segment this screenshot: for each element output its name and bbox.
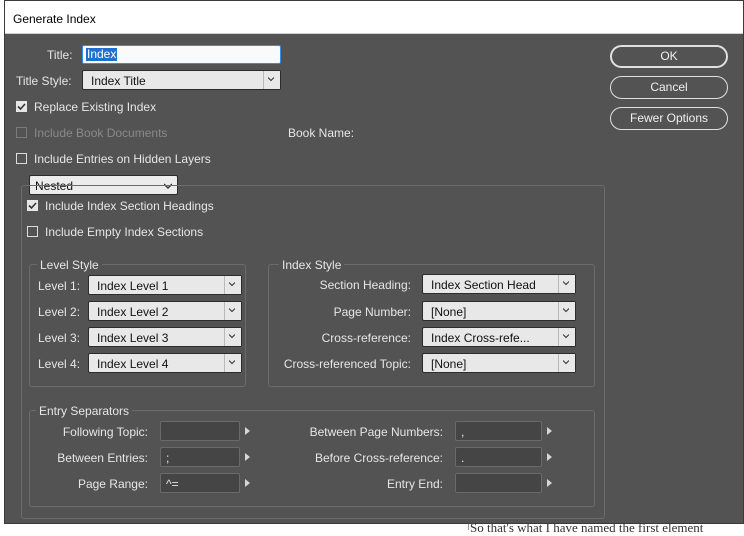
include-book-documents-checkbox[interactable] (16, 127, 27, 138)
special-characters-arrow-icon[interactable] (245, 453, 250, 461)
level-style-title: Level Style (37, 258, 102, 272)
empty-sections-checkbox[interactable] (27, 226, 38, 237)
cross-referenced-topic-select[interactable]: [None] (422, 353, 576, 373)
between-page-numbers-label: Between Page Numbers: (309, 425, 443, 439)
title-label: Title: (47, 48, 73, 62)
page-range-label: Page Range: (77, 477, 148, 491)
generate-index-dialog: Generate Index Title: Index Title Style:… (4, 0, 744, 524)
level-3-select[interactable]: Index Level 3 (88, 327, 242, 347)
special-characters-arrow-icon[interactable] (547, 479, 552, 487)
window-title: Generate Index (13, 12, 96, 26)
include-hidden-layers-label: Include Entries on Hidden Layers (34, 152, 211, 166)
chevron-down-icon (263, 71, 280, 89)
before-cross-reference-value: . (461, 451, 465, 465)
chevron-down-icon (224, 354, 241, 372)
chevron-down-icon (224, 276, 241, 294)
level-4-label: Level 4: (38, 357, 81, 371)
level-3-label: Level 3: (38, 331, 81, 345)
page-range-field[interactable]: ^= (160, 473, 240, 493)
page-number-select[interactable]: [None] (422, 301, 576, 321)
level-1-value: Index Level 1 (97, 279, 169, 293)
index-style-title: Index Style (279, 258, 345, 272)
level-2-value: Index Level 2 (97, 305, 169, 319)
cross-reference-select[interactable]: Index Cross-refe... (422, 327, 576, 347)
level-4-value: Index Level 4 (97, 357, 169, 371)
level-3-value: Index Level 3 (97, 331, 169, 345)
level-4-select[interactable]: Index Level 4 (88, 353, 242, 373)
before-cross-reference-label: Before Cross-reference: (314, 451, 443, 465)
entry-end-field[interactable] (455, 473, 542, 493)
section-heading-value: Index Section Head (431, 278, 536, 292)
level-2-label: Level 2: (38, 305, 81, 319)
title-input[interactable]: Index (82, 45, 281, 64)
cross-reference-label: Cross-reference: (321, 331, 411, 345)
level-2-select[interactable]: Index Level 2 (88, 301, 242, 321)
special-characters-arrow-icon[interactable] (547, 453, 552, 461)
include-hidden-layers-checkbox[interactable] (16, 153, 27, 164)
special-characters-arrow-icon[interactable] (245, 427, 250, 435)
section-heading-label: Section Heading: (319, 278, 411, 292)
title-style-select[interactable]: Index Title (82, 70, 281, 90)
cross-referenced-topic-value: [None] (431, 357, 467, 371)
section-headings-label: Include Index Section Headings (45, 199, 214, 213)
between-entries-value: ; (166, 451, 170, 465)
between-page-numbers-field[interactable]: , (455, 421, 542, 441)
replace-existing-checkbox[interactable] (16, 101, 27, 112)
include-book-documents-label: Include Book Documents (34, 126, 168, 140)
chevron-down-icon (558, 275, 575, 293)
chevron-down-icon (558, 354, 575, 372)
title-bar: Generate Index (5, 1, 743, 34)
following-topic-label: Following Topic: (62, 425, 148, 439)
chevron-down-icon (558, 302, 575, 320)
title-input-value: Index (86, 47, 118, 61)
cancel-button[interactable]: Cancel (610, 76, 728, 99)
cross-reference-value: Index Cross-refe... (431, 331, 530, 345)
ok-button[interactable]: OK (610, 45, 728, 68)
level-1-select[interactable]: Index Level 1 (88, 275, 242, 295)
empty-sections-label: Include Empty Index Sections (45, 225, 204, 239)
replace-existing-label: Replace Existing Index (34, 100, 157, 114)
page-number-label: Page Number: (333, 305, 411, 319)
section-heading-select[interactable]: Index Section Head (422, 274, 576, 294)
level-1-label: Level 1: (38, 279, 81, 293)
entry-separators-title: Entry Separators (36, 404, 133, 418)
chevron-down-icon (224, 328, 241, 346)
title-style-label: Title Style: (16, 74, 72, 88)
special-characters-arrow-icon[interactable] (547, 427, 552, 435)
special-characters-arrow-icon[interactable] (245, 479, 250, 487)
following-topic-field[interactable] (160, 421, 240, 441)
cross-referenced-topic-label: Cross-referenced Topic: (283, 357, 411, 371)
section-headings-checkbox[interactable] (27, 200, 38, 211)
fewer-options-button[interactable]: Fewer Options (610, 107, 728, 130)
between-entries-label: Between Entries: (57, 451, 148, 465)
title-style-value: Index Title (91, 74, 146, 88)
entry-end-label: Entry End: (386, 477, 443, 491)
between-page-numbers-value: , (461, 425, 465, 439)
page-range-value: ^= (166, 477, 179, 491)
page-number-value: [None] (431, 305, 467, 319)
chevron-down-icon (224, 302, 241, 320)
book-name-label: Book Name: (288, 126, 355, 140)
chevron-down-icon (558, 328, 575, 346)
before-cross-reference-field[interactable]: . (455, 447, 542, 467)
between-entries-field[interactable]: ; (160, 447, 240, 467)
